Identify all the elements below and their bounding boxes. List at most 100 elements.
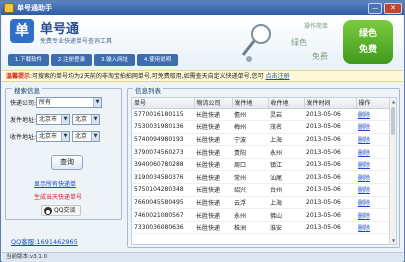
column-header[interactable]: 操作 xyxy=(356,98,392,109)
table-cell: 汕尾 xyxy=(268,170,304,185)
table-cell: 2013-05-06 xyxy=(304,120,356,134)
table-cell: 5750104280348 xyxy=(132,183,194,197)
to-province-select[interactable]: 北京市 ▼ xyxy=(36,131,71,142)
status-bar: 当前版本:v3.1.0 xyxy=(2,252,403,262)
chevron-down-icon: ▼ xyxy=(93,98,102,107)
decor-word-simple: 操作简单 xyxy=(304,23,329,30)
table-row[interactable]: 7660045580495 长胜快递 云浮 上海 2013-05-06 删除 xyxy=(132,196,391,210)
delete-link[interactable]: 删除 xyxy=(356,120,391,134)
table-row[interactable]: 3190034580376 长胜快递 常州 汕尾 2013-05-06 删除 xyxy=(132,170,391,185)
delete-link[interactable]: 删除 xyxy=(356,108,391,122)
courier-select[interactable]: 所有 ▼ xyxy=(36,97,103,108)
table-cell: 2013-05-06 xyxy=(304,170,356,185)
search-group-title: 搜索信息 xyxy=(12,85,42,95)
column-header[interactable]: 物流公司 xyxy=(194,98,233,109)
to-city-value: 北京 xyxy=(75,133,88,140)
list-group-title: 信息列表 xyxy=(133,85,163,95)
table-row[interactable]: 5740094980193 长胜快递 宁波 上海 2013-05-06 删除 xyxy=(132,133,391,147)
scroll-up-icon[interactable]: ▲ xyxy=(390,98,396,105)
table-row[interactable]: 3790074560273 长胜快递 贵阳 永州 2013-05-06 删除 xyxy=(132,145,391,159)
list-group: 信息列表 单号 物流公司 发件地 收件地 发件时间 操作 57700161801… xyxy=(127,85,400,248)
tracking-table[interactable]: 单号 物流公司 发件地 收件地 发件时间 操作 5770016180115 长胜快… xyxy=(131,97,397,245)
version-text: 当前版本:v3.1.0 xyxy=(6,254,48,260)
table-cell: 佛山 xyxy=(268,208,304,222)
show-all-link[interactable]: 显示所有快递单 xyxy=(34,179,76,188)
column-header[interactable]: 发件时间 xyxy=(304,98,357,109)
delete-link[interactable]: 删除 xyxy=(356,133,391,147)
table-cell: 长胜快递 xyxy=(194,183,232,197)
table-cell: 茂名 xyxy=(268,120,304,134)
query-button[interactable]: 查询 xyxy=(51,155,83,170)
table-cell: 镇江 xyxy=(268,158,304,172)
table-cell: 上海 xyxy=(268,196,304,210)
app-icon xyxy=(4,3,14,13)
table-cell: 淮安 xyxy=(268,221,304,235)
minimize-button[interactable]: — xyxy=(368,2,382,14)
table-cell: 贵阳 xyxy=(232,145,268,159)
table-cell: 长胜快递 xyxy=(194,158,232,172)
scroll-thumb[interactable] xyxy=(391,107,395,135)
scroll-down-icon[interactable]: ▼ xyxy=(390,237,396,244)
from-row: 发件地址: 北京市 ▼ 北京 ▼ xyxy=(10,114,101,125)
to-row: 收件地址: 北京市 ▼ 北京 ▼ xyxy=(10,131,101,142)
table-cell: 长胜快递 xyxy=(194,196,232,210)
badge-line-1: 绿色 xyxy=(358,29,377,39)
from-province-select[interactable]: 北京市 ▼ xyxy=(36,114,71,125)
delete-link[interactable]: 删除 xyxy=(356,183,391,197)
delete-link[interactable]: 删除 xyxy=(356,158,391,172)
table-cell: 宁波 xyxy=(232,133,268,147)
to-city-select[interactable]: 北京 ▼ xyxy=(72,131,101,142)
table-row[interactable]: 7330036080636 长胜快递 株洲 淮安 2013-05-06 删除 xyxy=(132,221,391,235)
logo-icon: 单 xyxy=(10,19,34,43)
to-label: 收件地址: xyxy=(10,134,37,141)
column-header[interactable]: 收件地 xyxy=(268,98,305,109)
slogan: 免费专业快递单号查询工具 xyxy=(40,38,113,45)
table-cell: 3940060780288 xyxy=(132,158,194,172)
delete-link[interactable]: 删除 xyxy=(356,170,391,185)
tracking-table-grid: 单号 物流公司 发件地 收件地 发件时间 操作 5770016180115 长胜快… xyxy=(132,98,392,235)
qq-service-link[interactable]: QQ客服:1691462965 xyxy=(11,236,78,246)
table-row[interactable]: 3940060780288 长胜快递 周口 镇江 2013-05-06 删除 xyxy=(132,158,391,172)
close-button[interactable]: ✕ xyxy=(384,2,402,14)
notice-label: 温馨提示 xyxy=(6,73,31,80)
badge-line-2: 免费 xyxy=(358,45,377,55)
step-3[interactable]: 3.输入网址 xyxy=(94,54,135,66)
step-4[interactable]: 4.使用说明 xyxy=(137,54,178,66)
delete-link[interactable]: 删除 xyxy=(356,196,391,210)
register-link[interactable]: 点击注册 xyxy=(266,73,290,80)
table-cell: 2013-05-06 xyxy=(304,145,356,159)
step-1[interactable]: 1.下载软件 xyxy=(8,54,49,66)
from-city-select[interactable]: 北京 ▼ xyxy=(72,114,101,125)
notice-text: :可搜索的单号均为2天前的非淘宝拍拍网单号,可免费取用,如需查天自定义快递单号,… xyxy=(30,73,264,80)
chevron-down-icon: ▼ xyxy=(61,132,70,141)
step-2[interactable]: 2.注册登录 xyxy=(51,54,92,66)
delete-link[interactable]: 删除 xyxy=(356,208,391,222)
to-province-value: 北京市 xyxy=(39,133,58,140)
table-row[interactable]: 7530031980136 长胜快递 梅州 茂名 2013-05-06 删除 xyxy=(132,120,391,134)
column-header[interactable]: 单号 xyxy=(132,98,195,109)
table-row[interactable]: 5750104280348 长胜快递 绍兴 台州 2013-05-06 删除 xyxy=(132,183,391,197)
vertical-scrollbar[interactable]: ▲ ▼ xyxy=(389,98,396,244)
table-cell: 云浮 xyxy=(232,196,268,210)
title-bar: 单号通助手 — ✕ xyxy=(1,1,404,15)
table-cell: 台州 xyxy=(268,183,304,197)
table-row[interactable]: 7460021080567 长胜快递 永州 佛山 2013-05-06 删除 xyxy=(132,208,391,222)
table-cell: 绍兴 xyxy=(232,183,268,197)
header-banner: 单 单号通 免费专业快递单号查询工具 1.下载软件 2.注册登录 3.输入网址 … xyxy=(2,15,403,69)
delete-link[interactable]: 删除 xyxy=(356,145,391,159)
table-cell: 2013-05-06 xyxy=(304,133,356,147)
courier-select-value: 所有 xyxy=(39,99,52,106)
table-cell: 周口 xyxy=(232,158,268,172)
notice-bar: 温馨提示:可搜索的单号均为2天前的非淘宝拍拍网单号,可免费取用,如需查天自定义快… xyxy=(2,70,403,82)
qq-icon xyxy=(44,207,52,215)
table-cell: 3790074560273 xyxy=(132,145,194,159)
table-cell: 2013-05-06 xyxy=(304,108,356,122)
table-cell: 长胜快递 xyxy=(194,221,232,235)
table-cell: 3190034580376 xyxy=(132,170,194,185)
table-row[interactable]: 5770016180115 长胜快递 儋州 灵岩 2013-05-06 删除 xyxy=(132,108,391,122)
qq-chat-button[interactable]: QQ交谈 xyxy=(41,205,81,216)
generate-today-link[interactable]: 生成当天快递单号 xyxy=(34,192,82,201)
column-header[interactable]: 发件地 xyxy=(232,98,269,109)
delete-link[interactable]: 删除 xyxy=(356,221,391,235)
table-cell: 长胜快递 xyxy=(194,208,232,222)
